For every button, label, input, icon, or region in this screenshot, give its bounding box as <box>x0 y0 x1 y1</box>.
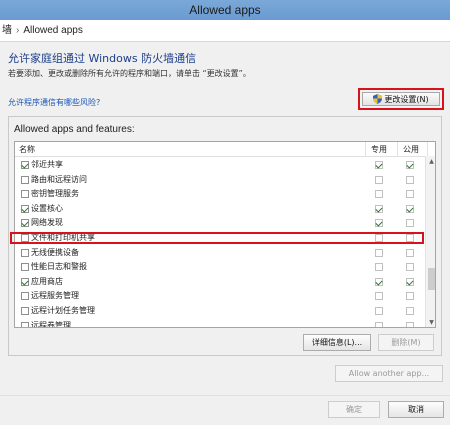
public-checkbox[interactable] <box>406 292 414 301</box>
private-checkbox[interactable] <box>375 248 383 257</box>
private-checkbox[interactable] <box>375 307 383 315</box>
uac-shield-icon <box>373 94 383 104</box>
private-checkbox[interactable] <box>375 292 383 301</box>
app-enable-checkbox[interactable] <box>21 263 29 272</box>
public-checkbox[interactable] <box>406 307 414 315</box>
public-checkbox[interactable] <box>406 277 414 286</box>
breadcrumb-prefix[interactable]: 墙 <box>2 25 12 36</box>
public-checkbox[interactable] <box>406 321 414 327</box>
breadcrumb: 墙 › Allowed apps <box>0 20 450 42</box>
private-checkbox[interactable] <box>375 277 383 286</box>
window-title-bar: Allowed apps <box>0 0 450 20</box>
ok-button[interactable]: 确定 <box>328 401 380 418</box>
app-name: 路由和远程访问 <box>31 174 87 184</box>
scroll-thumb[interactable] <box>428 268 435 290</box>
private-checkbox[interactable] <box>375 321 383 327</box>
change-settings-label: 更改设置(N) <box>384 95 429 104</box>
private-checkbox[interactable] <box>375 175 383 184</box>
details-button[interactable]: 详细信息(L)... <box>303 334 371 351</box>
app-name: 远程卷管理 <box>31 320 71 328</box>
list-item[interactable]: 密钥管理服务 <box>15 187 425 201</box>
column-header-name[interactable]: 名称 <box>19 142 35 157</box>
app-enable-checkbox[interactable] <box>21 277 29 286</box>
public-checkbox[interactable] <box>406 161 414 169</box>
list-header: 名称 专用 公用 <box>15 142 435 157</box>
column-divider <box>397 142 398 157</box>
list-item[interactable]: 远程服务管理 <box>15 289 425 303</box>
private-checkbox[interactable] <box>375 161 383 169</box>
scroll-up-icon[interactable]: ▲ <box>426 156 435 167</box>
app-name: 应用商店 <box>31 276 63 286</box>
app-enable-checkbox[interactable] <box>21 307 29 315</box>
app-name: 远程计划任务管理 <box>31 306 95 315</box>
list-item[interactable]: 远程卷管理 <box>15 319 425 328</box>
column-header-private[interactable]: 专用 <box>371 142 387 157</box>
column-divider <box>365 142 366 157</box>
app-enable-checkbox[interactable] <box>21 292 29 301</box>
app-enable-checkbox[interactable] <box>21 321 29 327</box>
app-name: 设置核心 <box>31 203 63 213</box>
app-enable-checkbox[interactable] <box>21 248 29 257</box>
risk-link[interactable]: 允许程序通信有哪些风险? <box>8 97 100 108</box>
breadcrumb-separator-icon: › <box>16 25 20 36</box>
private-checkbox[interactable] <box>375 263 383 272</box>
app-enable-checkbox[interactable] <box>21 161 29 169</box>
allowed-apps-group-label: Allowed apps and features: <box>14 124 135 135</box>
allow-another-app-button[interactable]: Allow another app... <box>335 365 443 382</box>
list-item[interactable]: 邻近共享 <box>15 158 425 172</box>
list-item[interactable]: 性能日志和警报 <box>15 260 425 274</box>
remove-button[interactable]: 删除(M) <box>378 334 434 351</box>
private-checkbox[interactable] <box>375 219 383 228</box>
cancel-button[interactable]: 取消 <box>388 401 444 418</box>
highlight-file-printer-sharing <box>10 232 424 244</box>
public-checkbox[interactable] <box>406 204 414 213</box>
footer-divider <box>0 395 450 396</box>
change-settings-button[interactable]: 更改设置(N) <box>358 88 444 110</box>
list-scrollbar[interactable]: ▲ ▼ <box>425 156 435 327</box>
app-enable-checkbox[interactable] <box>21 190 29 199</box>
app-name: 远程服务管理 <box>31 291 79 301</box>
list-item[interactable]: 设置核心 <box>15 202 425 216</box>
app-enable-checkbox[interactable] <box>21 204 29 213</box>
column-divider <box>427 142 428 157</box>
page-description: 若要添加、更改或删除所有允许的程序和端口，请单击 “更改设置”。 <box>8 69 251 78</box>
column-header-public[interactable]: 公用 <box>403 142 419 157</box>
window-title: Allowed apps <box>189 3 261 17</box>
list-item[interactable]: 应用商店 <box>15 275 425 289</box>
private-checkbox[interactable] <box>375 190 383 199</box>
private-checkbox[interactable] <box>375 204 383 213</box>
page-title: 允许家庭组通过 Windows 防火墙通信 <box>8 52 197 65</box>
list-item[interactable]: 网络发现 <box>15 216 425 230</box>
public-checkbox[interactable] <box>406 175 414 184</box>
public-checkbox[interactable] <box>406 263 414 272</box>
app-enable-checkbox[interactable] <box>21 175 29 184</box>
app-name: 密钥管理服务 <box>31 189 79 199</box>
list-item[interactable]: 远程计划任务管理 <box>15 304 425 318</box>
public-checkbox[interactable] <box>406 190 414 199</box>
app-enable-checkbox[interactable] <box>21 219 29 228</box>
breadcrumb-current[interactable]: Allowed apps <box>23 25 82 36</box>
app-name: 邻近共享 <box>31 160 63 169</box>
public-checkbox[interactable] <box>406 219 414 228</box>
app-name: 网络发现 <box>31 218 63 228</box>
scroll-down-icon[interactable]: ▼ <box>426 317 435 327</box>
app-name: 无线便携设备 <box>31 247 79 257</box>
app-name: 性能日志和警报 <box>31 262 87 272</box>
list-item[interactable]: 无线便携设备 <box>15 246 425 260</box>
list-item[interactable]: 路由和远程访问 <box>15 173 425 187</box>
public-checkbox[interactable] <box>406 248 414 257</box>
